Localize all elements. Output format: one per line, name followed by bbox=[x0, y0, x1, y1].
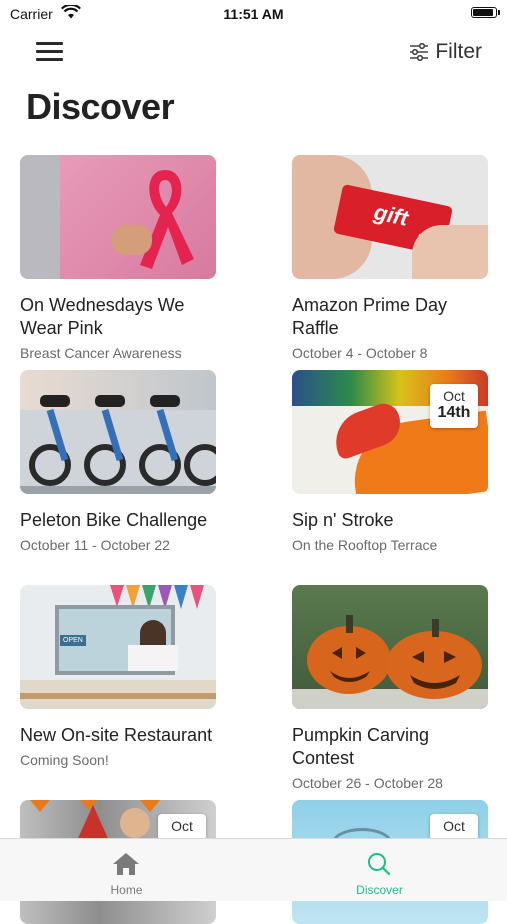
search-icon bbox=[368, 853, 391, 876]
battery-icon bbox=[471, 7, 497, 18]
event-card[interactable]: Oct 14th Sip n' Stroke On the Rooftop Te… bbox=[292, 370, 488, 553]
event-title: Amazon Prime Day Raffle bbox=[292, 295, 448, 338]
event-title: Peleton Bike Challenge bbox=[20, 510, 208, 530]
date-badge: Oct 14th bbox=[430, 384, 478, 428]
event-subtitle: Coming Soon! bbox=[20, 752, 109, 768]
badge-month: Oct bbox=[443, 818, 465, 834]
event-subtitle: Breast Cancer Awareness bbox=[20, 345, 182, 361]
badge-month: Oct bbox=[443, 388, 465, 404]
sliders-icon bbox=[410, 43, 429, 61]
event-subtitle: October 11 - October 22 bbox=[20, 537, 170, 553]
event-subtitle: October 4 - October 8 bbox=[292, 345, 428, 361]
battery-cap bbox=[498, 10, 500, 15]
bikes-illustration bbox=[20, 395, 216, 494]
home-icon bbox=[113, 853, 139, 875]
badge-day: 14th bbox=[437, 404, 471, 421]
tab-home-label: Home bbox=[110, 883, 143, 897]
ribbon-icon bbox=[140, 170, 194, 269]
event-card[interactable]: gift card Amazon Prime Day Raffle Octobe… bbox=[292, 155, 488, 361]
filter-label: Filter bbox=[435, 40, 482, 63]
status-bar: Carrier 11:51 AM bbox=[0, 0, 507, 30]
open-sign-text: OPEN bbox=[60, 635, 86, 646]
event-image bbox=[292, 585, 488, 709]
tab-discover[interactable]: Discover bbox=[253, 839, 506, 901]
event-subtitle: October 26 - October 28 bbox=[292, 775, 443, 791]
event-image: Oct 14th bbox=[292, 370, 488, 494]
event-card[interactable]: Peleton Bike Challenge October 11 - Octo… bbox=[20, 370, 216, 553]
event-image: OPEN bbox=[20, 585, 216, 709]
event-title: Pumpkin Carving Contest bbox=[292, 725, 430, 768]
event-card[interactable]: OPEN New On-site Restaurant Coming Soon! bbox=[20, 585, 216, 768]
event-subtitle: On the Rooftop Terrace bbox=[292, 537, 438, 553]
pumpkins-illustration bbox=[307, 615, 482, 699]
event-title: Sip n' Stroke bbox=[292, 510, 394, 530]
tab-discover-label: Discover bbox=[356, 883, 403, 897]
event-title: On Wednesdays We Wear Pink bbox=[20, 295, 185, 338]
hamburger-line bbox=[36, 58, 63, 61]
hamburger-line bbox=[36, 50, 63, 53]
tab-bar: Home Discover bbox=[0, 838, 507, 901]
hamburger-line bbox=[36, 42, 63, 45]
event-image: gift card bbox=[292, 155, 488, 279]
filter-button[interactable]: Filter bbox=[409, 38, 482, 66]
event-image bbox=[20, 370, 216, 494]
page-title: Discover bbox=[26, 86, 175, 127]
gift-card-text: gift bbox=[371, 199, 411, 231]
event-card[interactable]: Pumpkin Carving Contest October 26 - Oct… bbox=[292, 585, 488, 791]
tab-home[interactable]: Home bbox=[0, 839, 253, 901]
event-title: New On-site Restaurant bbox=[20, 725, 213, 745]
menu-button[interactable] bbox=[36, 40, 64, 64]
event-card[interactable]: On Wednesdays We Wear Pink Breast Cancer… bbox=[20, 155, 216, 361]
status-time: 11:51 AM bbox=[223, 6, 284, 22]
badge-month: Oct bbox=[171, 818, 193, 834]
event-image bbox=[20, 155, 216, 279]
